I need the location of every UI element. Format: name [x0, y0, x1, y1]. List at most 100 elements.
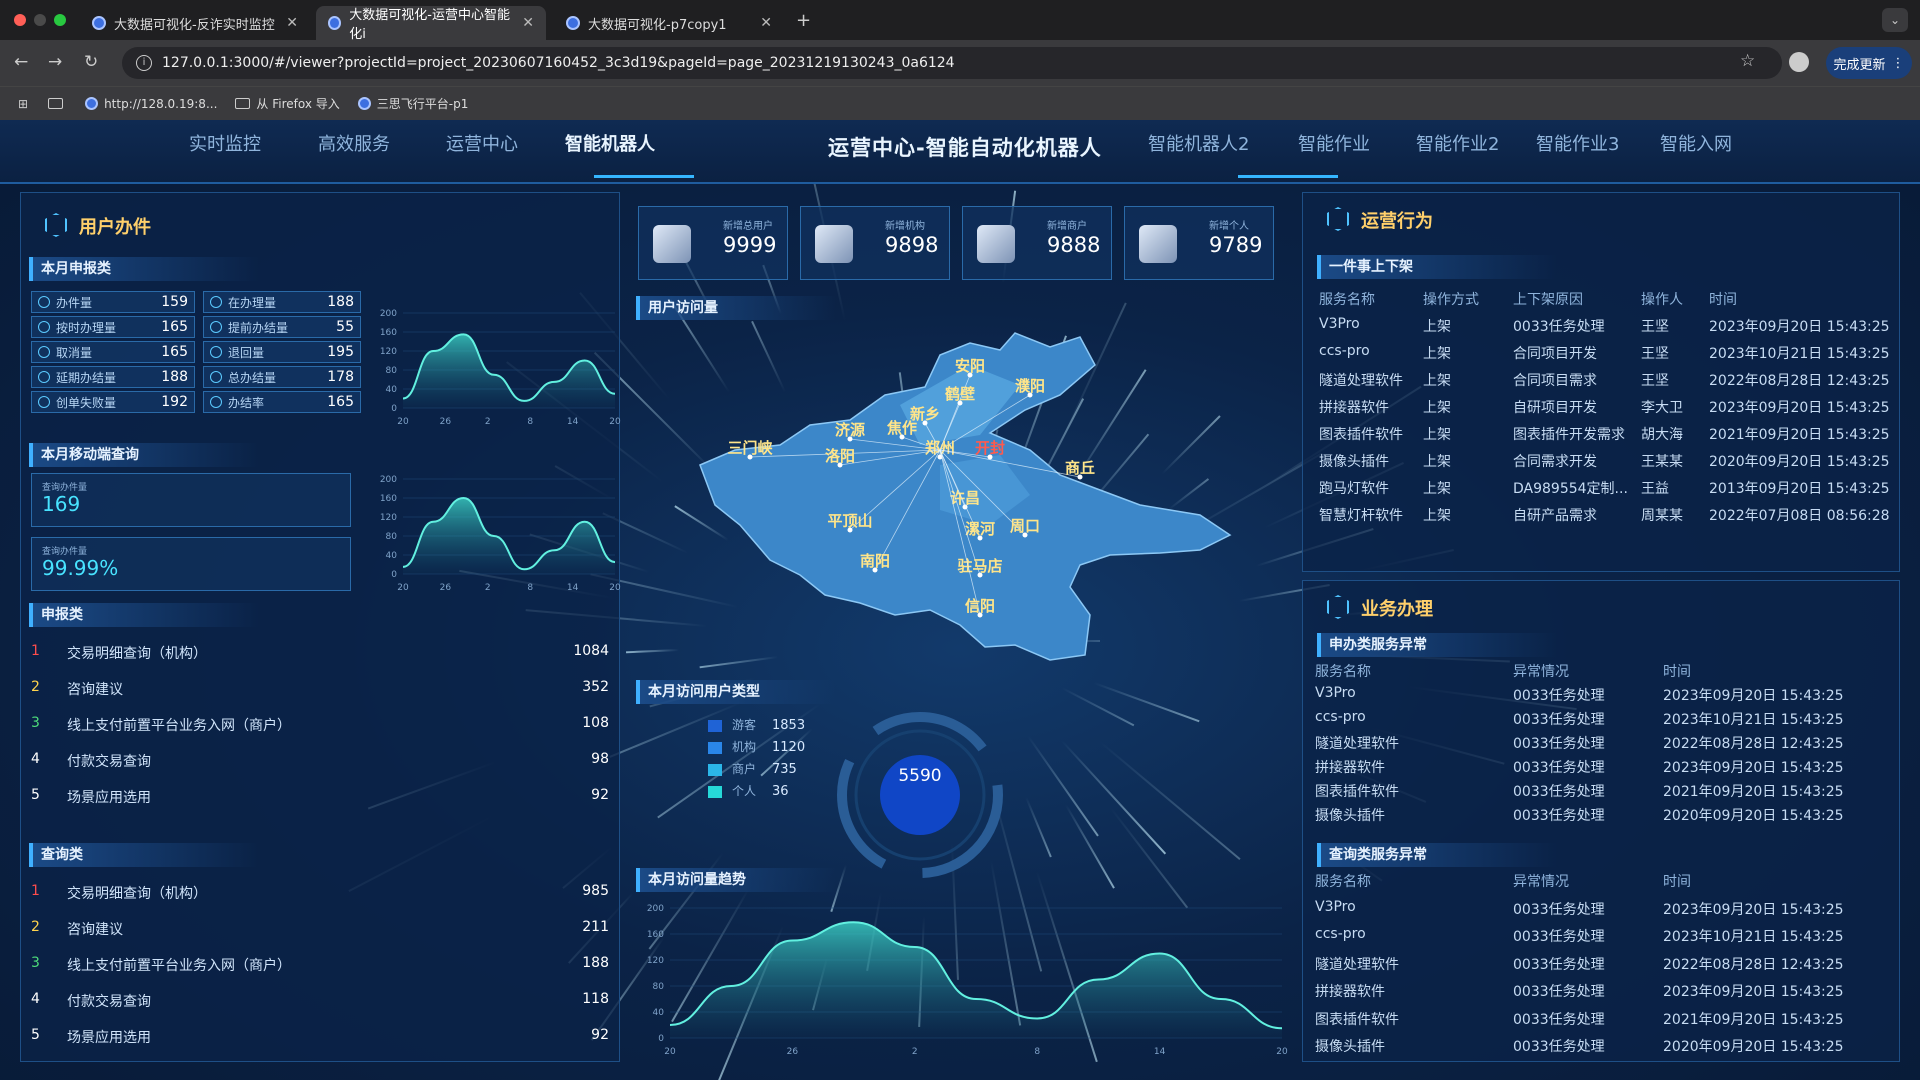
- close-tab-icon[interactable]: ✕: [286, 15, 298, 31]
- close-tab-icon[interactable]: ✕: [522, 15, 534, 31]
- kpi-label: 新增总用户: [723, 221, 773, 232]
- kpi-card: 新增机构 9898: [800, 206, 950, 280]
- dashboard: 实时监控 高效服务 运营中心 智能机器人 运营中心-智能自动化机器人 智能机器人…: [0, 120, 1920, 1080]
- table-header-cell: 异常情况: [1513, 664, 1569, 680]
- rank-count: 211: [582, 919, 609, 935]
- nav-item-robot2[interactable]: 智能机器人2: [1148, 130, 1249, 156]
- table-cell: 拼接器软件: [1319, 400, 1389, 416]
- ranking-row[interactable]: 3 线上支付前置平台业务入网（商户） 108: [31, 715, 609, 735]
- ranking-row[interactable]: 1 交易明细查询（机构） 985: [31, 883, 609, 903]
- table-cell: 0033任务处理: [1513, 319, 1605, 335]
- forward-icon[interactable]: →: [48, 52, 62, 72]
- table-cell: 2020年09月20日 15:43:25: [1663, 1039, 1844, 1055]
- stat-item: 办件量 159: [31, 291, 195, 313]
- browser-chrome: 大数据可视化-反诈实时监控 ✕ 大数据可视化-运营中心智能化i ✕ 大数据可视化…: [0, 0, 1920, 120]
- x-tick-label: 8: [1034, 1047, 1040, 1057]
- rank-number: 2: [31, 919, 40, 935]
- table-cell: 王坚: [1641, 319, 1669, 335]
- rank-number: 4: [31, 991, 40, 1007]
- nav-item-service[interactable]: 高效服务: [318, 130, 390, 156]
- table-cell: 李大卫: [1641, 400, 1683, 416]
- kpi-label: 新增商户: [1047, 221, 1087, 232]
- nav-item-task3[interactable]: 智能作业3: [1536, 130, 1619, 156]
- nav-item-realtime[interactable]: 实时监控: [189, 130, 261, 156]
- ranking-row[interactable]: 3 线上支付前置平台业务入网（商户） 188: [31, 955, 609, 975]
- legend-name: 游客: [732, 718, 757, 732]
- bookmark-item[interactable]: http://128.0.19:8...: [85, 97, 217, 111]
- rank-number: 1: [31, 883, 40, 899]
- table-header-cell: 时间: [1663, 874, 1691, 890]
- reload-icon[interactable]: ↻: [84, 52, 98, 72]
- minimize-window-button[interactable]: [34, 14, 46, 26]
- y-tick-label: 0: [391, 570, 397, 580]
- ranking-row[interactable]: 5 场景应用选用 92: [31, 787, 609, 807]
- window-controls: [14, 14, 66, 26]
- back-icon[interactable]: ←: [14, 52, 28, 72]
- table-cell: 周某某: [1641, 508, 1683, 524]
- rank-number: 5: [31, 1027, 40, 1043]
- bookmark-item[interactable]: 三思飞行平台-p1: [357, 95, 468, 112]
- ranking-row[interactable]: 2 咨询建议 211: [31, 919, 609, 939]
- apps-grid-icon[interactable]: ⊞: [18, 97, 28, 111]
- url-field[interactable]: i 127.0.0.1:3000/#/viewer?projectId=proj…: [122, 47, 1782, 79]
- table-cell: 2021年09月20日 15:43:25: [1663, 784, 1844, 800]
- profile-icon[interactable]: [1789, 52, 1809, 72]
- nav-item-task[interactable]: 智能作业: [1298, 130, 1370, 156]
- x-tick-label: 14: [1154, 1047, 1166, 1057]
- ranking-row[interactable]: 2 咨询建议 352: [31, 679, 609, 699]
- nav-item-robot[interactable]: 智能机器人: [565, 130, 655, 156]
- browser-tab-active[interactable]: 大数据可视化-运营中心智能化i ✕: [316, 6, 546, 42]
- city-label: 濮阳: [1015, 377, 1045, 395]
- browser-tab[interactable]: 大数据可视化-反诈实时监控 ✕: [80, 6, 310, 40]
- more-menu-icon[interactable]: ⋮: [1892, 56, 1905, 71]
- ranking-row[interactable]: 1 交易明细查询（机构） 1084: [31, 643, 609, 663]
- query-value: 169: [42, 492, 81, 516]
- legend-item: 游客 1853: [708, 716, 805, 733]
- kpi-value: 9888: [1047, 233, 1101, 257]
- legend-value: 1853: [772, 718, 806, 733]
- table-cell: DA989554定制...: [1513, 481, 1628, 497]
- close-tab-icon[interactable]: ✕: [760, 15, 772, 31]
- total-users-value: 5590: [898, 766, 942, 786]
- update-button[interactable]: 完成更新 ⋮: [1826, 47, 1912, 79]
- rank-count: 352: [582, 679, 609, 695]
- bookmark-star-icon[interactable]: ☆: [1740, 51, 1755, 71]
- nav-item-network[interactable]: 智能入网: [1660, 130, 1732, 156]
- maximize-window-button[interactable]: [54, 14, 66, 26]
- x-tick-label: 20: [397, 417, 409, 427]
- table-cell: 0033任务处理: [1513, 784, 1605, 800]
- table-cell: 合同项目需求: [1513, 373, 1597, 389]
- nav-item-task2[interactable]: 智能作业2: [1416, 130, 1499, 156]
- site-info-icon[interactable]: i: [136, 55, 152, 71]
- bookmark-folder[interactable]: 从 Firefox 导入: [235, 95, 340, 112]
- folder-icon[interactable]: [48, 98, 64, 109]
- section-title: 本月移动端查询: [29, 443, 259, 467]
- x-tick-label: 2: [485, 583, 491, 593]
- table-cell: 图表插件软件: [1319, 427, 1403, 443]
- new-tab-button[interactable]: +: [796, 10, 811, 31]
- stat-item: 延期办结量 188: [31, 366, 195, 388]
- city-label: 周口: [1010, 517, 1040, 535]
- rank-name: 线上支付前置平台业务入网（商户）: [67, 958, 291, 974]
- table-cell: 隧道处理软件: [1315, 956, 1399, 973]
- ranking-row[interactable]: 5 场景应用选用 92: [31, 1027, 609, 1047]
- henan-map[interactable]: 安阳鹤壁 濮阳新乡济源 焦作三门峡 郑州 开封洛阳商丘许昌平顶山 漯河 周口南阳 驻马店信阳: [640, 325, 1290, 675]
- table-cell: 0033任务处理: [1513, 1011, 1605, 1028]
- browser-tab[interactable]: 大数据可视化-p7copy1 ✕: [554, 6, 784, 40]
- city-label: 南阳: [860, 552, 890, 570]
- tab-search-button[interactable]: ⌄: [1882, 8, 1908, 32]
- table-cell: 上架: [1423, 427, 1451, 443]
- legend-value: 36: [772, 784, 789, 799]
- stat-label: 提前办结量: [228, 320, 289, 335]
- nav-item-ops-center[interactable]: 运营中心: [446, 130, 518, 156]
- stat-item: 取消量 165: [31, 341, 195, 363]
- close-window-button[interactable]: [14, 14, 26, 26]
- ranking-row[interactable]: 4 付款交易查询 118: [31, 991, 609, 1011]
- kpi-value: 9999: [723, 233, 777, 257]
- bookmarks-bar: ⊞ http://128.0.19:8... 从 Firefox 导入 三思飞行…: [0, 86, 1920, 120]
- table-cell: 0033任务处理: [1513, 901, 1605, 918]
- legend-item: 机构 1120: [708, 738, 805, 755]
- rank-count: 108: [582, 715, 609, 731]
- ranking-row[interactable]: 4 付款交易查询 98: [31, 751, 609, 771]
- light-streak: [1109, 806, 1188, 909]
